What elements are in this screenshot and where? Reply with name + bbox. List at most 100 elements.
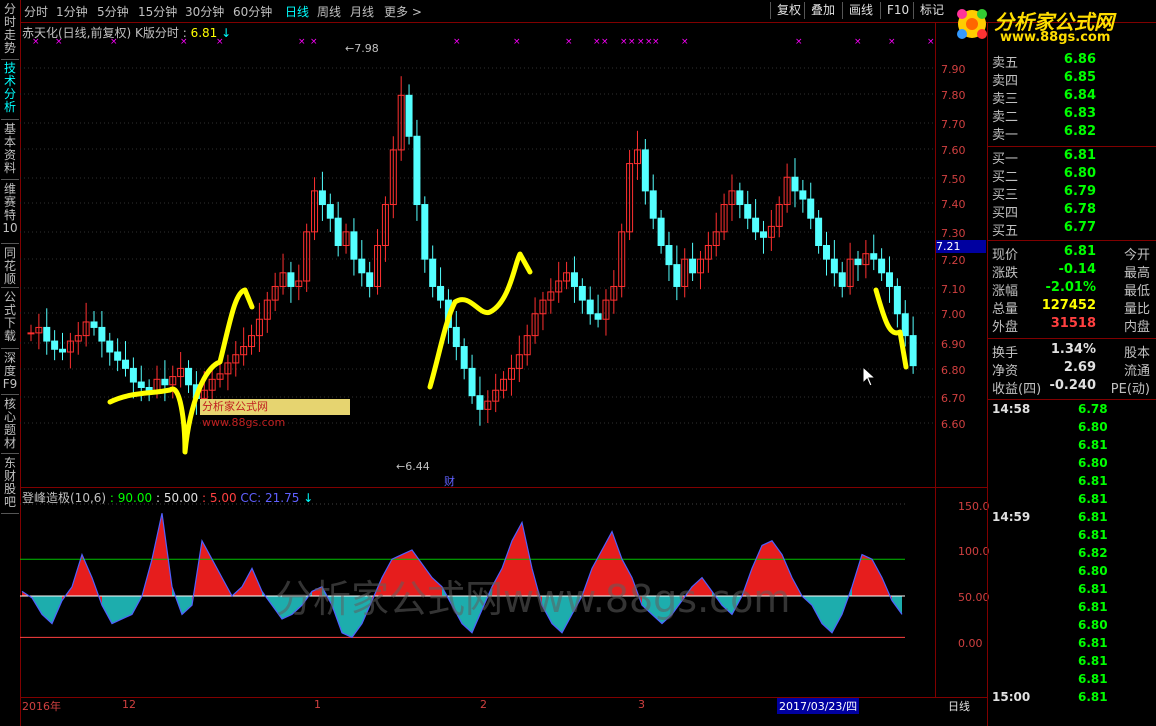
left-tab[interactable]: 同花顺 <box>1 247 19 288</box>
period-tab[interactable]: 15分钟 <box>138 3 177 20</box>
price-tick-label: 7.40 <box>941 198 966 211</box>
bid-row: 买三 6.79 <box>992 184 1152 203</box>
fund-label-2: 股本 <box>1123 346 1150 361</box>
date-tick-label: 3 <box>638 698 645 711</box>
candle-body <box>43 326 51 342</box>
divider <box>988 399 1156 400</box>
oscillator-chart[interactable]: 分析家公式网www.88gs.com <box>20 488 935 696</box>
ask-row: 卖五 6.86 <box>992 52 1152 71</box>
price-tick-label: 7.70 <box>941 118 966 131</box>
stat-value: -2.01% <box>1045 280 1097 295</box>
toolbar-button[interactable]: 画线 <box>842 2 879 19</box>
stat-value: 31518 <box>1050 316 1096 331</box>
signal-star-icon: × <box>565 37 573 47</box>
date-highlight: 2017/03/23/四 <box>777 698 860 714</box>
candle-body <box>98 326 106 342</box>
price-tick-label: 7.20 <box>941 254 966 267</box>
candle-body <box>893 285 901 315</box>
tick-price: 6.82 <box>1078 546 1108 560</box>
osc-watermark: 分析家公式网www.88gs.com <box>275 577 790 621</box>
bid-price: 6.79 <box>1063 184 1096 199</box>
period-tab[interactable]: 更多 > <box>384 3 422 20</box>
price-tick-label: 6.80 <box>941 364 966 377</box>
fund-label-2: 流通 <box>1123 364 1150 379</box>
left-tab[interactable]: 基本资料 <box>1 123 19 180</box>
candle-body <box>429 258 437 287</box>
bid-row: 买一 6.81 <box>992 148 1152 167</box>
candle-body <box>578 285 586 301</box>
tick-price: 6.81 <box>1078 690 1108 704</box>
price-tick-label: 7.50 <box>941 173 966 186</box>
candle-body <box>287 272 295 287</box>
candle-body <box>673 264 681 287</box>
candle-body <box>27 332 35 335</box>
tick-price: 6.81 <box>1078 438 1108 452</box>
stat-label: 涨跌 <box>992 266 1019 281</box>
period-tab[interactable]: 月线 <box>350 3 374 20</box>
left-tab[interactable]: 公式下载 <box>1 291 19 349</box>
candle-body <box>752 217 760 233</box>
stat-label: 外盘 <box>992 320 1019 335</box>
stat-value: 6.81 <box>1063 244 1096 259</box>
toolbar-button[interactable]: 标记 <box>913 2 950 19</box>
fund-label-2: PE(动) <box>1110 382 1150 397</box>
bid-label: 买五 <box>992 224 1019 239</box>
candle-body <box>51 340 59 350</box>
left-tab[interactable]: 技术分析 <box>1 62 19 120</box>
fund-value: -0.240 <box>1049 378 1096 393</box>
candle-body <box>649 190 657 219</box>
fund-label: 换手 <box>992 346 1019 361</box>
left-tab[interactable]: 分时走势 <box>1 3 19 60</box>
left-tab[interactable]: 东财股吧 <box>1 457 19 514</box>
candle-body <box>437 285 445 301</box>
candle-body <box>122 359 130 369</box>
candle-body <box>838 272 846 287</box>
period-tab[interactable]: 分时 <box>24 3 48 20</box>
tick-price: 6.80 <box>1078 618 1108 632</box>
toolbar-button[interactable]: 复权 <box>770 2 807 19</box>
period-label: 日线 <box>948 700 970 713</box>
price-tick-label: 7.30 <box>941 227 966 240</box>
fund-value: 2.69 <box>1063 360 1096 375</box>
left-tab[interactable]: 维赛特10 <box>1 183 19 244</box>
fund-row: 换手 1.34% 股本 <box>992 342 1152 361</box>
period-tab[interactable]: 日线 <box>285 3 309 20</box>
candle-body <box>318 190 326 206</box>
toolbar-button[interactable]: 叠加 <box>804 2 841 19</box>
candle-body <box>885 272 893 287</box>
mouse-cursor-icon <box>862 366 877 387</box>
tick-time: 15:00 <box>992 690 1031 704</box>
tick-price: 6.81 <box>1078 510 1108 524</box>
watermark-label: 分析家公式网www.88gs.com <box>200 399 350 429</box>
candle-body <box>901 313 909 337</box>
date-axis: 2016年 12 1 2 3 2017/03/23/四 日线 <box>20 697 987 714</box>
bid-row: 买五 6.77 <box>992 220 1152 239</box>
signal-star-icon: × <box>652 37 660 47</box>
stat-label-2: 最高 <box>1123 266 1150 281</box>
period-tab[interactable]: 周线 <box>317 3 341 20</box>
tick-price: 6.80 <box>1078 456 1108 470</box>
tick-price: 6.80 <box>1078 564 1108 578</box>
low-value: 6.44 <box>405 460 430 473</box>
signal-star-icon: × <box>620 37 628 47</box>
candle-body <box>759 231 767 238</box>
osc-area <box>242 568 252 596</box>
signal-star-icon: × <box>888 37 896 47</box>
stat-label: 现价 <box>992 248 1019 263</box>
period-tab[interactable]: 30分钟 <box>185 3 224 20</box>
period-tab[interactable]: 60分钟 <box>233 3 272 20</box>
signal-star-icon: × <box>180 37 188 47</box>
stat-label-2: 最低 <box>1123 284 1150 299</box>
candle-body <box>665 245 673 266</box>
left-tab[interactable]: 核心题材 <box>1 398 19 454</box>
toolbar-button[interactable]: F10 <box>880 2 915 19</box>
period-tab[interactable]: 5分钟 <box>97 3 129 20</box>
price-tick-label: 7.10 <box>941 283 966 296</box>
candlestick-chart[interactable]: × × × × × × × × × × × × × × × × × × × × × × <box>20 22 935 487</box>
high-value: 7.98 <box>354 42 379 55</box>
period-tab[interactable]: 1分钟 <box>56 3 88 20</box>
left-tab[interactable]: 深度F9 <box>1 352 19 395</box>
high-marker: ←7.98 <box>345 42 379 55</box>
current-price-tag: 7.21 <box>936 240 986 253</box>
date-tick-label: 12 <box>122 698 136 711</box>
